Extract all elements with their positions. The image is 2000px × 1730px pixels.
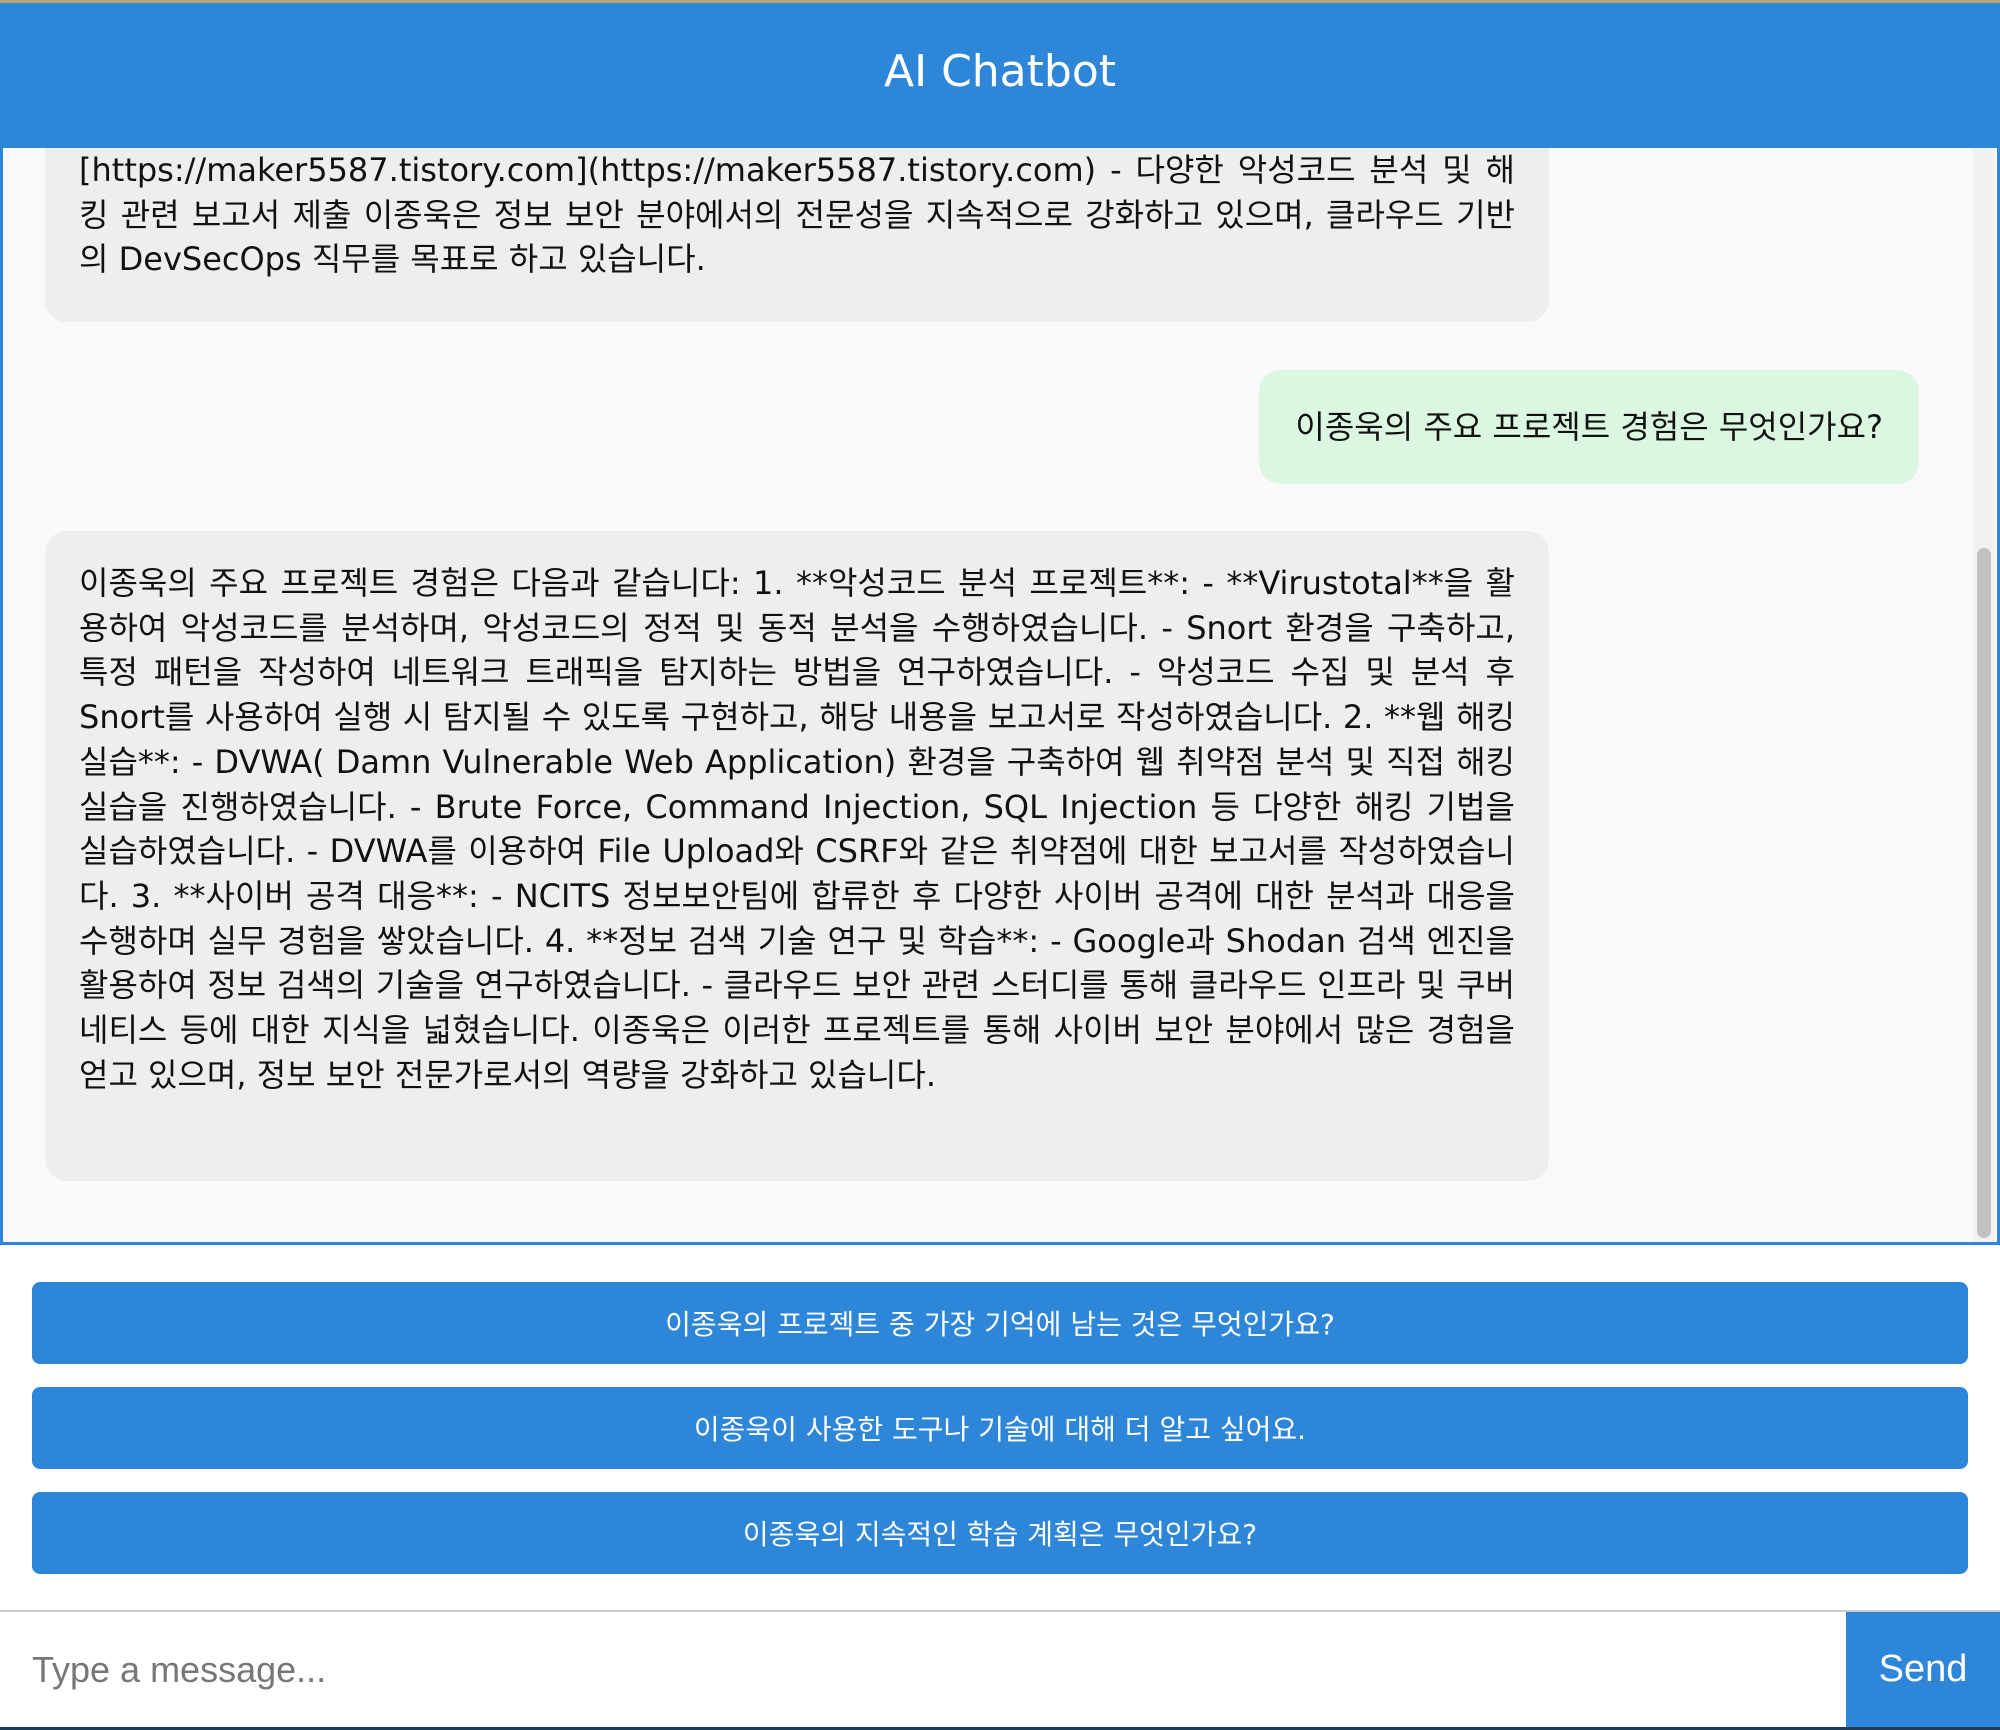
user-message: 이종욱의 주요 프로젝트 경험은 무엇인가요? <box>1259 370 1919 484</box>
send-button[interactable]: Send <box>1846 1612 2000 1727</box>
suggestion-list: 이종욱의 프로젝트 중 가장 기억에 남는 것은 무엇인가요? 이종욱이 사용한… <box>0 1245 2000 1610</box>
chat-window[interactable]: [https://maker5587.tistory.com](https://… <box>0 145 2000 1245</box>
bot-message: [https://maker5587.tistory.com](https://… <box>45 148 1549 322</box>
bot-message: 이종욱의 주요 프로젝트 경험은 다음과 같습니다: 1. **악성코드 분석 … <box>45 531 1549 1181</box>
app-title: AI Chatbot <box>884 45 1116 97</box>
suggestion-button[interactable]: 이종욱이 사용한 도구나 기술에 대해 더 알고 싶어요. <box>32 1387 1968 1469</box>
suggestion-button[interactable]: 이종욱의 지속적인 학습 계획은 무엇인가요? <box>32 1492 1968 1574</box>
header-bar: AI Chatbot <box>0 0 2000 145</box>
message-input-bar: Send <box>0 1610 2000 1727</box>
suggestion-button[interactable]: 이종욱의 프로젝트 중 가장 기억에 남는 것은 무엇인가요? <box>32 1282 1968 1364</box>
message-input[interactable] <box>0 1612 1846 1727</box>
chatbot-app: AI Chatbot [https://maker5587.tistory.co… <box>0 0 2000 1730</box>
scrollbar-thumb[interactable] <box>1977 548 1991 1238</box>
chat-scrollbar[interactable] <box>1973 148 1995 1242</box>
